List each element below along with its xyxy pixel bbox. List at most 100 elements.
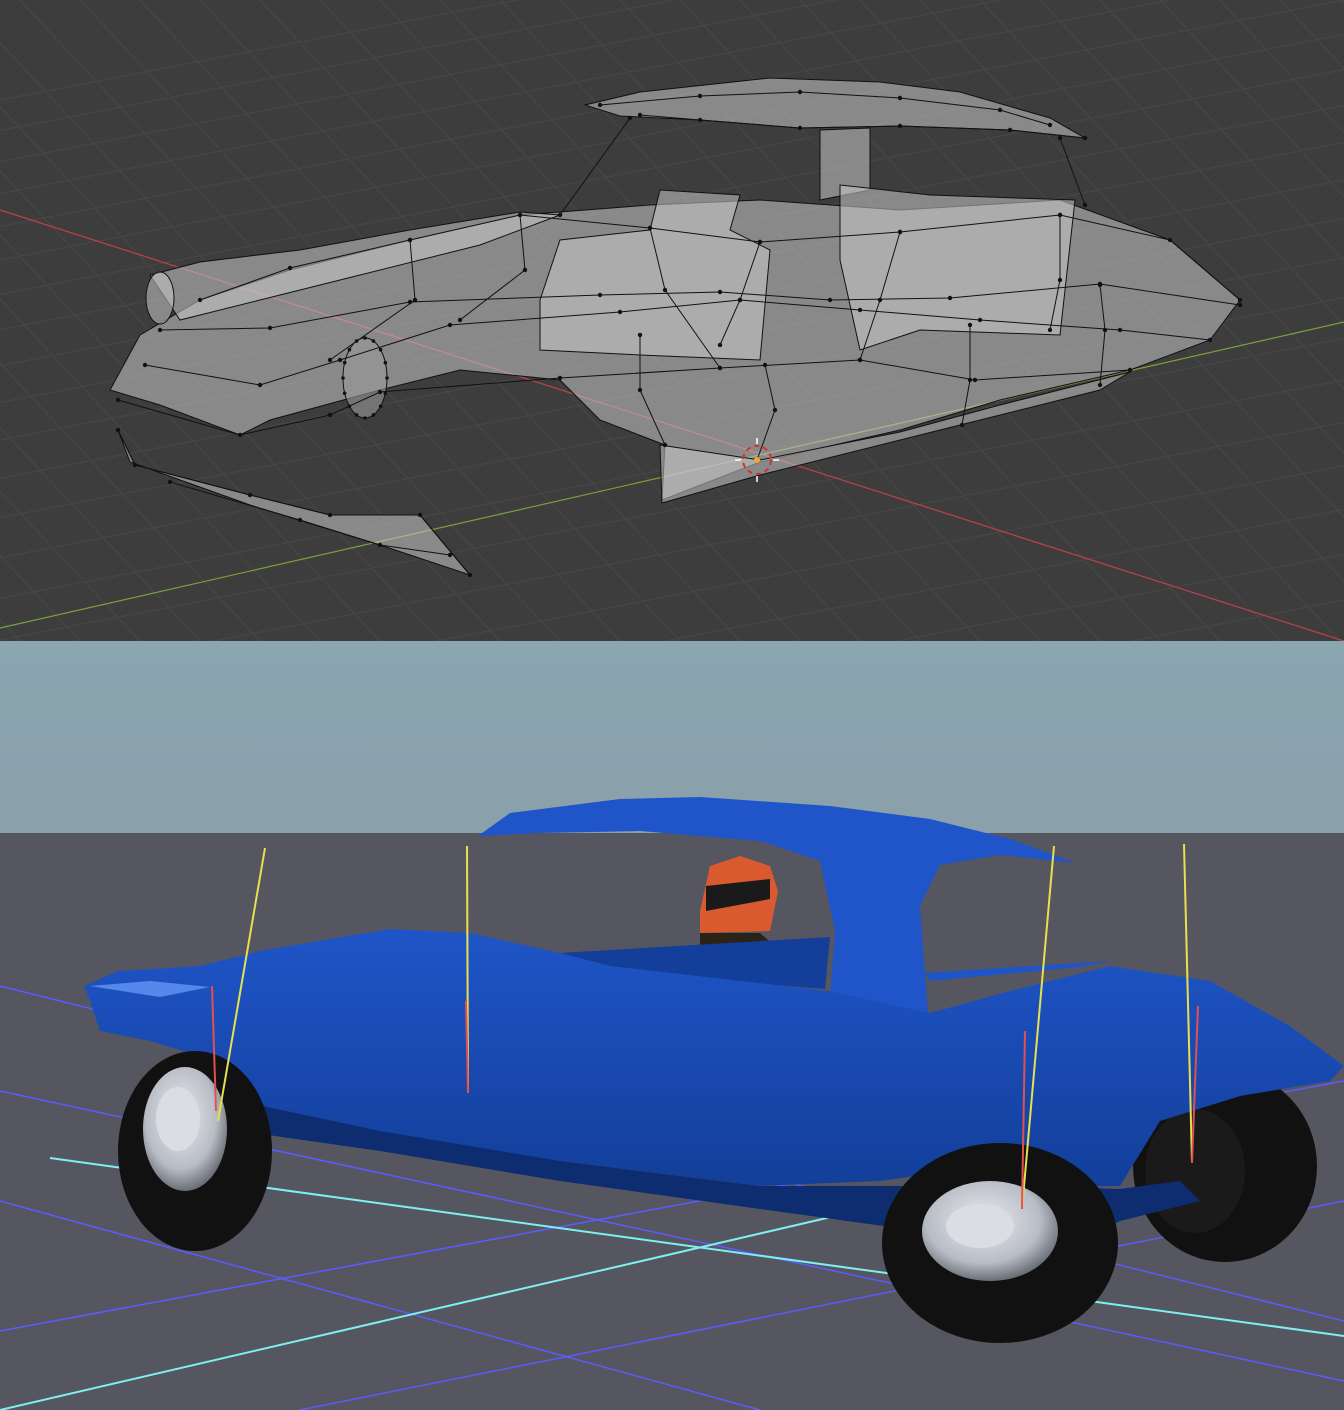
mesh-vertex [383, 360, 388, 365]
mesh-vertex [557, 212, 563, 218]
mesh-vertex [197, 297, 203, 303]
mesh-vertex [407, 299, 413, 305]
mesh-vertex [637, 332, 643, 338]
mesh-vertex [897, 229, 903, 235]
mesh-vertex [717, 342, 723, 348]
mesh-vertex [517, 212, 523, 218]
object-origin-dot [754, 457, 760, 463]
mesh-vertex [412, 297, 418, 303]
mesh-vertex [267, 325, 273, 331]
screenshot-composite [0, 0, 1344, 1410]
modeling-viewport[interactable] [0, 0, 1344, 641]
mesh-vertex [447, 322, 453, 328]
mesh-vertex [627, 115, 633, 121]
mesh-vertex [347, 404, 352, 409]
mesh-vertex [297, 517, 303, 523]
mesh-vertex [407, 237, 413, 243]
mesh-vertex [1082, 135, 1088, 141]
mesh-vertex [247, 492, 253, 498]
mesh-vertex [662, 442, 668, 448]
mesh-vertex [371, 339, 376, 343]
mesh-vertex [1057, 135, 1063, 141]
mesh-vertex [637, 387, 643, 393]
mesh-vertex [287, 265, 293, 271]
mesh-vertex [877, 297, 883, 303]
mesh-vertex [772, 407, 778, 413]
mesh-vertex [617, 309, 623, 315]
mesh-vertex [378, 347, 383, 352]
mesh-vertex [697, 117, 703, 123]
front-wheel [118, 1051, 272, 1251]
mesh-vertex [371, 413, 376, 417]
mesh-vertex [597, 292, 603, 298]
mesh-vertex [762, 362, 768, 368]
mesh-vertex [383, 391, 388, 396]
mesh-vertex [1007, 127, 1013, 133]
mesh-vertex [857, 357, 863, 363]
mesh-vertex [377, 389, 383, 395]
mesh-vertex [697, 93, 703, 99]
mesh-vertex [1057, 212, 1063, 218]
mesh-vertex [457, 317, 463, 323]
mesh-vertex [327, 357, 333, 363]
mesh-vertex [972, 377, 978, 383]
mesh-vertex [967, 322, 973, 328]
mesh-vertex [377, 542, 383, 548]
mesh-vertex [757, 239, 763, 245]
mesh-vertex [1127, 367, 1133, 373]
mesh-vertex [662, 287, 668, 293]
mesh-vertex [1047, 327, 1053, 333]
mesh-vertex [327, 412, 333, 418]
mesh-vertex [157, 327, 163, 333]
render-canvas [0, 641, 1344, 1410]
mesh-vertex [142, 362, 148, 368]
mesh-vertex [363, 416, 367, 420]
mesh-vertex [597, 102, 603, 108]
mesh-vertex [857, 307, 863, 313]
mesh-vertex [557, 375, 563, 381]
mesh-vertex [347, 347, 352, 352]
game-render-view [0, 641, 1344, 1410]
mesh-vertex [959, 422, 965, 428]
mesh-vertex [637, 112, 643, 118]
mesh-vertex [354, 413, 359, 417]
mesh-vertex [897, 95, 903, 101]
mesh-vertex [827, 297, 833, 303]
mesh-vertex [1082, 202, 1088, 208]
mesh-vertex [967, 377, 973, 383]
mesh-vertex [417, 512, 423, 518]
mesh-vertex [132, 462, 138, 468]
rear-deck-face[interactable] [839, 184, 1076, 351]
mesh-vertex [237, 432, 243, 438]
tail-lamp-face[interactable] [145, 271, 175, 325]
mesh-vertex [1102, 327, 1108, 333]
mesh-vertex [354, 339, 359, 343]
mesh-vertex [1207, 337, 1213, 343]
mesh-vertex [327, 512, 333, 518]
mesh-vertex [115, 397, 121, 403]
mesh-vertex [467, 572, 473, 578]
mesh-vertex [447, 552, 453, 558]
mesh-vertex [1167, 237, 1173, 243]
mesh-vertex [947, 295, 953, 301]
mesh-vertex [341, 376, 345, 380]
mesh-vertex [647, 225, 653, 231]
middle-wheel [882, 1143, 1118, 1343]
mesh-vertex [115, 427, 121, 433]
mesh-vertex [257, 382, 263, 388]
mesh-vertex [997, 107, 1003, 113]
mesh-vertex [1097, 282, 1103, 288]
mesh-vertex [1057, 277, 1063, 283]
mesh-vertex [897, 123, 903, 129]
mesh-vertex [797, 89, 803, 95]
mesh-vertex [363, 336, 367, 340]
mesh-vertex [342, 391, 347, 396]
mesh-vertex [1117, 327, 1123, 333]
mesh-vertex [337, 357, 343, 363]
mesh-vertex [717, 289, 723, 295]
mesh-vertex [737, 297, 743, 303]
viewport-canvas[interactable] [0, 0, 1344, 641]
mesh-vertex [717, 365, 723, 371]
mesh-vertex [1237, 302, 1243, 308]
mesh-vertex [1237, 297, 1243, 303]
